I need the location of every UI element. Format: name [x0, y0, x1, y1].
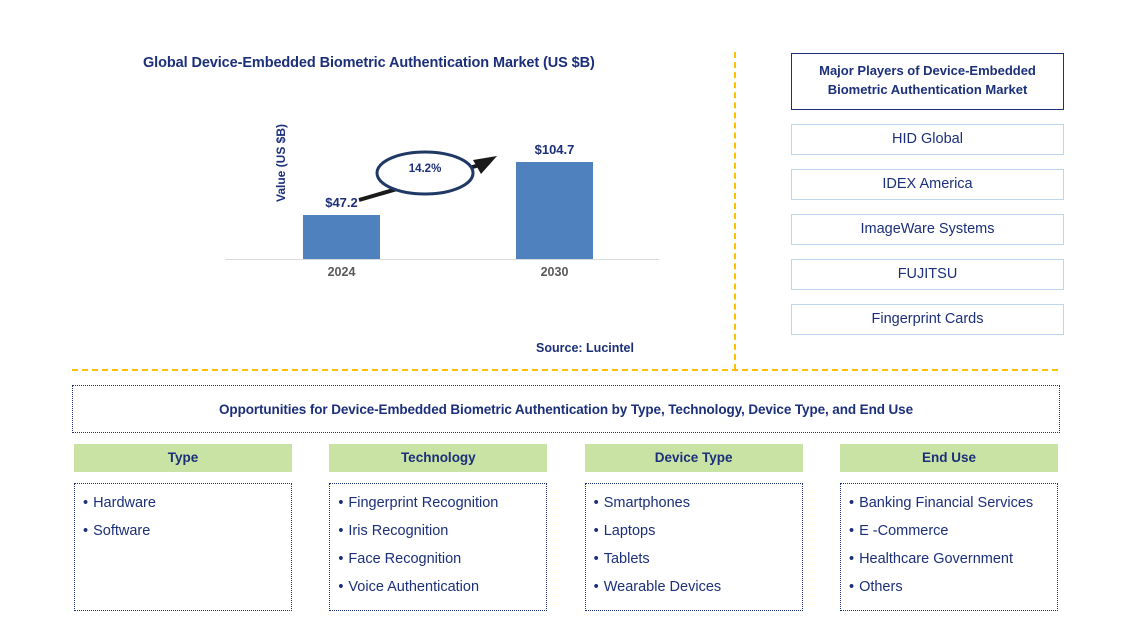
- player-item: ImageWare Systems: [791, 213, 1064, 245]
- column-header: Type: [74, 444, 292, 472]
- bar-chart: Value (US $B) $47.2 $104.7 2024 2030 14.…: [225, 120, 665, 290]
- list-item: Iris Recognition: [338, 521, 542, 541]
- x-tick-2030: 2030: [540, 265, 569, 279]
- opportunities-banner-text: Opportunities for Device-Embedded Biomet…: [219, 401, 913, 417]
- list-item: Software: [83, 521, 287, 541]
- opportunity-column-end-use: End Use Banking Financial Services E -Co…: [839, 444, 1058, 611]
- list-item: Others: [849, 577, 1053, 597]
- cagr-annotation: 14.2%: [355, 138, 500, 208]
- list-item: Wearable Devices: [594, 577, 798, 597]
- list-item: Smartphones: [594, 493, 798, 513]
- cagr-value: 14.2%: [408, 163, 442, 175]
- column-body: Smartphones Laptops Tablets Wearable Dev…: [584, 483, 803, 611]
- player-item: FUJITSU: [791, 258, 1064, 290]
- major-players-panel: Major Players of Device-Embedded Biometr…: [791, 53, 1064, 335]
- infographic-page: Global Device-Embedded Biometric Authent…: [0, 0, 1128, 633]
- player-item: Fingerprint Cards: [791, 303, 1064, 335]
- list-item: Hardware: [83, 493, 287, 513]
- list-item: Voice Authentication: [338, 577, 542, 597]
- list-item: Healthcare Government: [849, 549, 1053, 569]
- y-axis-label: Value (US $B): [274, 123, 288, 203]
- column-body: Banking Financial Services E -Commerce H…: [839, 483, 1058, 611]
- opportunity-column-type: Type Hardware Software: [74, 444, 292, 611]
- player-item: HID Global: [791, 123, 1064, 155]
- source-note: Source: Lucintel: [536, 341, 634, 355]
- list-item: Laptops: [594, 521, 798, 541]
- list-item: E -Commerce: [849, 521, 1053, 541]
- vertical-divider: [734, 52, 736, 370]
- list-item: Face Recognition: [338, 549, 542, 569]
- bar-2030: [516, 162, 593, 259]
- bar-2024: [303, 215, 380, 259]
- column-header: Technology: [329, 444, 548, 472]
- chart-title: Global Device-Embedded Biometric Authent…: [143, 55, 595, 71]
- bar-value-2030: $104.7: [534, 142, 575, 157]
- opportunity-columns: Type Hardware Software Technology Finger…: [74, 444, 1058, 611]
- column-header: Device Type: [584, 444, 803, 472]
- player-item: IDEX America: [791, 168, 1064, 200]
- horizontal-divider: [72, 369, 1058, 371]
- opportunity-column-technology: Technology Fingerprint Recognition Iris …: [329, 444, 548, 611]
- x-tick-2024: 2024: [327, 265, 356, 279]
- column-body: Hardware Software: [74, 483, 292, 611]
- list-item: Fingerprint Recognition: [338, 493, 542, 513]
- list-item: Tablets: [594, 549, 798, 569]
- column-header: End Use: [839, 444, 1058, 472]
- major-players-header: Major Players of Device-Embedded Biometr…: [791, 53, 1064, 110]
- opportunities-banner: Opportunities for Device-Embedded Biomet…: [72, 385, 1060, 433]
- opportunity-column-device-type: Device Type Smartphones Laptops Tablets …: [584, 444, 803, 611]
- x-axis-line: [225, 259, 659, 260]
- list-item: Banking Financial Services: [849, 493, 1053, 513]
- column-body: Fingerprint Recognition Iris Recognition…: [329, 483, 548, 611]
